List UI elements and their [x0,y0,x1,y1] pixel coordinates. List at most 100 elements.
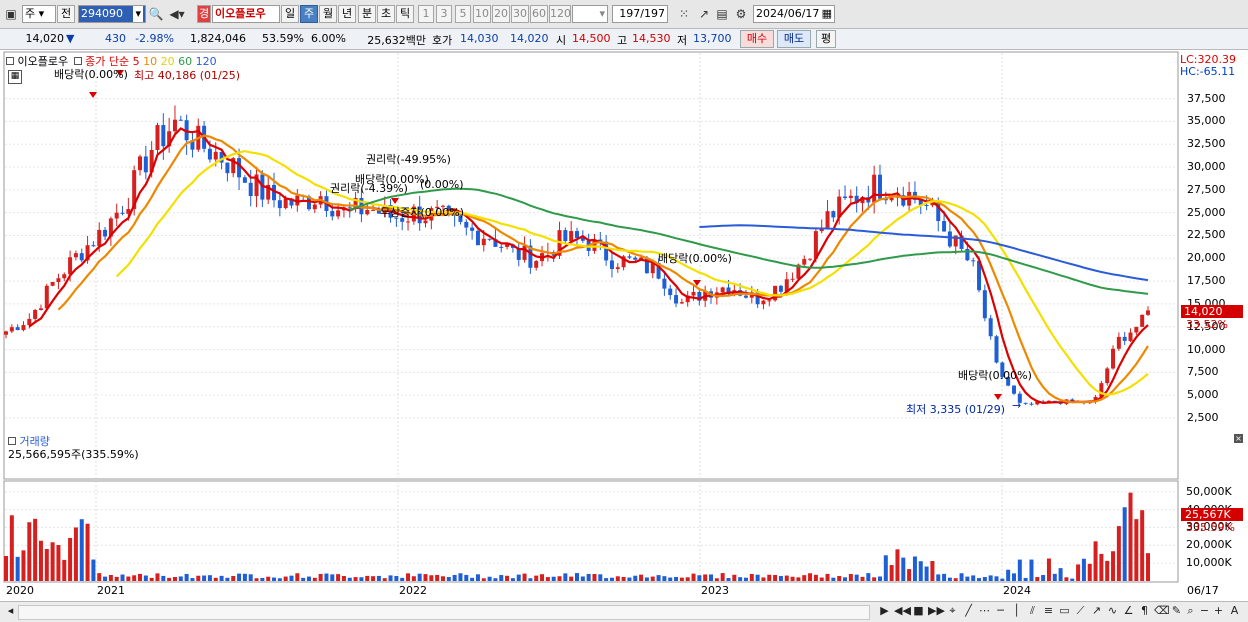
sell-button[interactable]: 매도 [777,30,811,48]
angle-tool-icon[interactable]: ∠ [1122,604,1135,617]
candle-body [1116,336,1121,349]
dividend-label-1: 배당락(0.00%) [54,68,128,81]
volume-bar [237,573,242,581]
rights-label-2: 권리락(-4.39%) [330,182,408,195]
period-day-button[interactable]: 일 [281,5,299,23]
volume-bar [691,573,696,581]
volume-bar [831,577,836,581]
buy-button[interactable]: 매수 [740,30,774,48]
calendar-icon[interactable]: ▦ [822,6,832,22]
volume-bar [242,573,247,581]
dotted-tool-icon[interactable]: ⋯ [978,604,991,617]
horizontal-scrollbar[interactable] [18,605,870,620]
interval-20-button[interactable]: 20 [492,5,510,23]
interval-custom-select[interactable]: ▾ [572,5,608,23]
close-icon[interactable]: × [1234,434,1243,443]
volume-bar [714,578,719,581]
arrow-tool-icon[interactable]: ↗ [1090,604,1103,617]
volume-bar [522,573,527,581]
low-arrow-icon: → [1012,399,1022,412]
channel-tool-icon[interactable]: ⫽ [1026,604,1039,618]
prev-button[interactable]: 전 [57,5,75,23]
dividend-label-2b: (0.00%) [420,178,464,191]
volume-bar [365,575,370,581]
count-field[interactable]: 197/197 [612,5,668,23]
period-year-button[interactable]: 년 [338,5,356,23]
chart-area[interactable]: 이오플로우 종가 단순 5 10 20 60 120 ▦ LC:320.39 H… [0,50,1248,621]
candle-body [872,174,877,203]
volume-bar [510,578,515,581]
candle-body [56,278,61,283]
volume-bar [912,556,917,581]
scroll-left-icon[interactable]: ◂ [4,604,17,617]
settings-tool-icon[interactable]: ✎ [1170,604,1183,617]
hline-tool-icon[interactable]: ─ [994,604,1007,617]
volume-bar [854,574,859,581]
evaluate-button[interactable]: 평 [816,30,836,48]
stop-icon[interactable]: ■ [912,604,925,617]
window-icon[interactable]: ▣ [3,5,19,23]
zoom-icon[interactable]: ⌕ [1184,604,1197,618]
period-select[interactable]: 주 ▾ [22,5,56,23]
volume-bar [761,577,766,581]
volume-bar [1023,577,1028,581]
x-label-2022: 2022 [399,584,427,597]
zoom-in-icon[interactable]: + [1212,604,1225,617]
low-annotation: 최저 3,335 (01/29) [906,403,1006,416]
candle-body [143,156,148,173]
fan-tool-icon[interactable]: ⟋ [1074,604,1087,618]
box-tool-icon[interactable]: ▭ [1058,604,1071,617]
search-icon[interactable]: 🔍 [148,5,164,23]
fib-tool-icon[interactable]: ≡ [1042,604,1055,617]
volume-bar [231,576,236,581]
play-icon[interactable]: ▶ [878,604,891,617]
eraser-tool-icon[interactable]: ⌫ [1154,604,1170,617]
period-week-button[interactable]: 주 [300,5,318,23]
save-icon[interactable]: ▤ [714,5,730,23]
zoom-out-icon[interactable]: − [1198,604,1211,617]
table-toggle-icon[interactable]: ▦ [8,70,22,84]
candle-body [1023,402,1028,404]
text-tool-icon[interactable]: ¶ [1138,604,1151,617]
interval-3-button[interactable]: 3 [436,5,452,23]
interval-5-button[interactable]: 5 [455,5,471,23]
speaker-icon[interactable]: ◀▾ [166,5,188,23]
interval-1-button[interactable]: 1 [418,5,434,23]
gear-icon[interactable]: ⚙ [733,5,749,23]
price-axis-label: 20,000 [1187,251,1226,265]
date-field[interactable]: 2024/06/17 ▦ [753,5,835,23]
interval-120-button[interactable]: 120 [549,5,571,23]
volume-bar [732,574,737,581]
volume-bar [1041,575,1046,581]
crosshair-icon[interactable]: ⌖ [946,604,959,618]
candle-body [336,210,341,217]
candle-body [1140,314,1145,327]
period-month-button[interactable]: 월 [319,5,337,23]
period-minute-button[interactable]: 분 [358,5,376,23]
candle-body [365,210,370,215]
volume-bar [580,576,585,581]
interval-10-button[interactable]: 10 [473,5,491,23]
volume-bar [475,574,480,581]
grid-icon[interactable]: ⁙ [676,5,692,23]
warning-badge: 경 [197,5,211,23]
vline-tool-icon[interactable]: │ [1010,604,1023,617]
stock-code-input[interactable]: 294090 ▾ [78,5,146,23]
fast-forward-icon[interactable]: ▶▶ [928,604,945,617]
volume-bar [883,555,888,581]
draw-icon[interactable]: ↗ [696,5,712,23]
candle-body [38,308,43,311]
period-second-button[interactable]: 초 [377,5,395,23]
line-tool-icon[interactable]: ╱ [962,604,975,617]
rewind-icon[interactable]: ◀◀ [894,604,911,617]
period-tick-button[interactable]: 틱 [396,5,414,23]
volume-bar [1058,568,1063,581]
volume-bar [709,574,714,581]
font-size-icon[interactable]: A [1228,604,1241,617]
interval-60-button[interactable]: 60 [530,5,548,23]
price-axis-label: 7,500 [1187,365,1219,379]
interval-30-button[interactable]: 30 [511,5,529,23]
volume-bar [143,575,148,581]
wave-tool-icon[interactable]: ∿ [1106,604,1119,617]
candle-body [808,258,813,260]
